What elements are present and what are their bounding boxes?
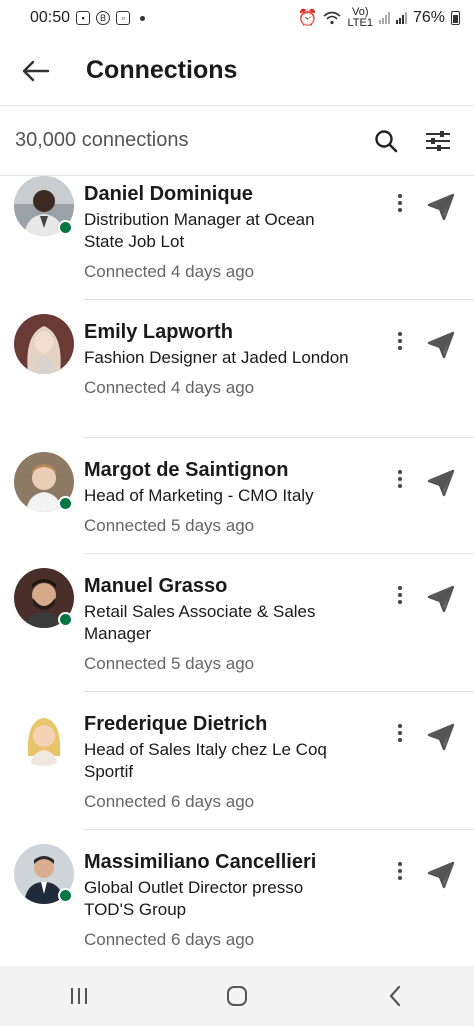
filter-button[interactable]	[416, 119, 460, 163]
connection-details: Daniel Dominique Distribution Manager at…	[84, 176, 474, 300]
connection-row[interactable]: Manuel Grasso Retail Sales Associate & S…	[0, 554, 474, 692]
more-options-button[interactable]	[390, 466, 410, 492]
connected-time: Connected 6 days ago	[84, 930, 255, 949]
app-notification-icon: ▫	[116, 11, 131, 25]
system-back-button[interactable]	[365, 974, 425, 1018]
avatar-wrap	[0, 452, 84, 554]
b-notification-icon: B	[96, 11, 111, 25]
connected-time: Connected 4 days ago	[84, 378, 255, 397]
send-message-icon[interactable]	[426, 192, 456, 222]
home-button[interactable]	[207, 974, 267, 1018]
more-options-button[interactable]	[390, 858, 410, 884]
connection-count: 30,000 connections	[15, 129, 189, 151]
connection-details: Emily Lapworth Fashion Designer at Jaded…	[84, 314, 474, 438]
status-bar: 00:50 ▪ B ▫ ⏰ Vo) LTE1 76%	[0, 0, 474, 36]
avatar-wrap	[0, 706, 84, 830]
lte-label: LTE1	[347, 17, 373, 29]
send-message-icon[interactable]	[426, 860, 456, 890]
alarm-icon: ⏰	[297, 10, 318, 27]
connection-row[interactable]: Emily Lapworth Fashion Designer at Jaded…	[0, 300, 474, 438]
connection-name[interactable]: Frederique Dietrich	[84, 711, 474, 737]
sliders-icon	[426, 130, 450, 151]
online-status-dot	[58, 888, 73, 903]
nav-back-icon	[389, 985, 401, 1007]
avatar[interactable]	[14, 314, 74, 374]
back-button[interactable]	[14, 49, 58, 93]
connection-name[interactable]: Massimiliano Cancellieri	[84, 849, 474, 875]
arrow-left-icon	[22, 60, 50, 81]
connection-row[interactable]: Daniel Dominique Distribution Manager at…	[0, 176, 474, 300]
connection-row[interactable]: Margot de Saintignon Head of Marketing -…	[0, 438, 474, 554]
connected-time: Connected 5 days ago	[84, 516, 255, 535]
send-message-icon[interactable]	[426, 584, 456, 614]
connection-row[interactable]: Massimiliano Cancellieri Global Outlet D…	[0, 830, 474, 966]
connection-headline: Fashion Designer at Jaded London	[84, 348, 349, 367]
search-button[interactable]	[364, 119, 408, 163]
connection-details: Margot de Saintignon Head of Marketing -…	[84, 452, 474, 554]
wifi-icon	[323, 11, 342, 25]
connection-name[interactable]: Emily Lapworth	[84, 319, 474, 345]
volte-indicator: Vo) LTE1	[347, 7, 372, 29]
connection-name[interactable]: Daniel Dominique	[84, 181, 474, 207]
more-notifications-icon	[140, 15, 146, 21]
avatar[interactable]	[14, 706, 74, 766]
avatar-wrap	[0, 314, 84, 438]
connection-headline: Distribution Manager at Ocean State Job …	[84, 210, 315, 251]
send-message-icon[interactable]	[426, 722, 456, 752]
search-icon	[375, 129, 398, 152]
battery-percent: 76%	[412, 9, 445, 26]
connection-row[interactable]: Frederique Dietrich Head of Sales Italy …	[0, 692, 474, 830]
home-icon	[227, 986, 247, 1006]
online-status-dot	[58, 496, 73, 511]
connections-list: Daniel Dominique Distribution Manager at…	[0, 176, 474, 966]
more-options-button[interactable]	[390, 582, 410, 608]
connected-time: Connected 4 days ago	[84, 262, 255, 281]
connection-name[interactable]: Manuel Grasso	[84, 573, 474, 599]
connections-toolbar: 30,000 connections	[0, 106, 474, 176]
connection-headline: Retail Sales Associate & Sales Manager	[84, 602, 316, 643]
page-title: Connections	[86, 56, 238, 84]
status-time: 00:50	[30, 9, 71, 26]
system-nav-bar	[0, 966, 474, 1026]
signal-icon-2	[395, 12, 407, 24]
connection-headline: Global Outlet Director presso TOD'S Grou…	[84, 878, 304, 919]
online-status-dot	[58, 220, 73, 235]
connection-details: Manuel Grasso Retail Sales Associate & S…	[84, 568, 474, 692]
recent-apps-icon	[71, 988, 87, 1004]
online-status-dot	[58, 612, 73, 627]
connection-headline: Head of Marketing - CMO Italy	[84, 486, 314, 505]
avatar-wrap	[0, 568, 84, 692]
connected-time: Connected 6 days ago	[84, 792, 255, 811]
connection-details: Massimiliano Cancellieri Global Outlet D…	[84, 844, 474, 966]
status-left: 00:50 ▪ B ▫	[30, 9, 146, 27]
send-message-icon[interactable]	[426, 330, 456, 360]
more-options-button[interactable]	[390, 190, 410, 216]
send-message-icon[interactable]	[426, 468, 456, 498]
connection-name[interactable]: Margot de Saintignon	[84, 457, 474, 483]
connected-time: Connected 5 days ago	[84, 654, 255, 673]
battery-icon	[451, 11, 460, 25]
connection-details: Frederique Dietrich Head of Sales Italy …	[84, 706, 474, 830]
gallery-notification-icon: ▪	[76, 11, 91, 25]
more-options-button[interactable]	[390, 720, 410, 746]
avatar-wrap	[0, 176, 84, 300]
status-right: ⏰ Vo) LTE1 76%	[298, 7, 460, 29]
connection-headline: Head of Sales Italy chez Le Coq Sportif	[84, 740, 327, 781]
recent-apps-button[interactable]	[49, 974, 109, 1018]
more-options-button[interactable]	[390, 328, 410, 354]
signal-icon-1	[378, 12, 390, 24]
avatar-wrap	[0, 844, 84, 966]
app-header: Connections	[0, 36, 474, 106]
